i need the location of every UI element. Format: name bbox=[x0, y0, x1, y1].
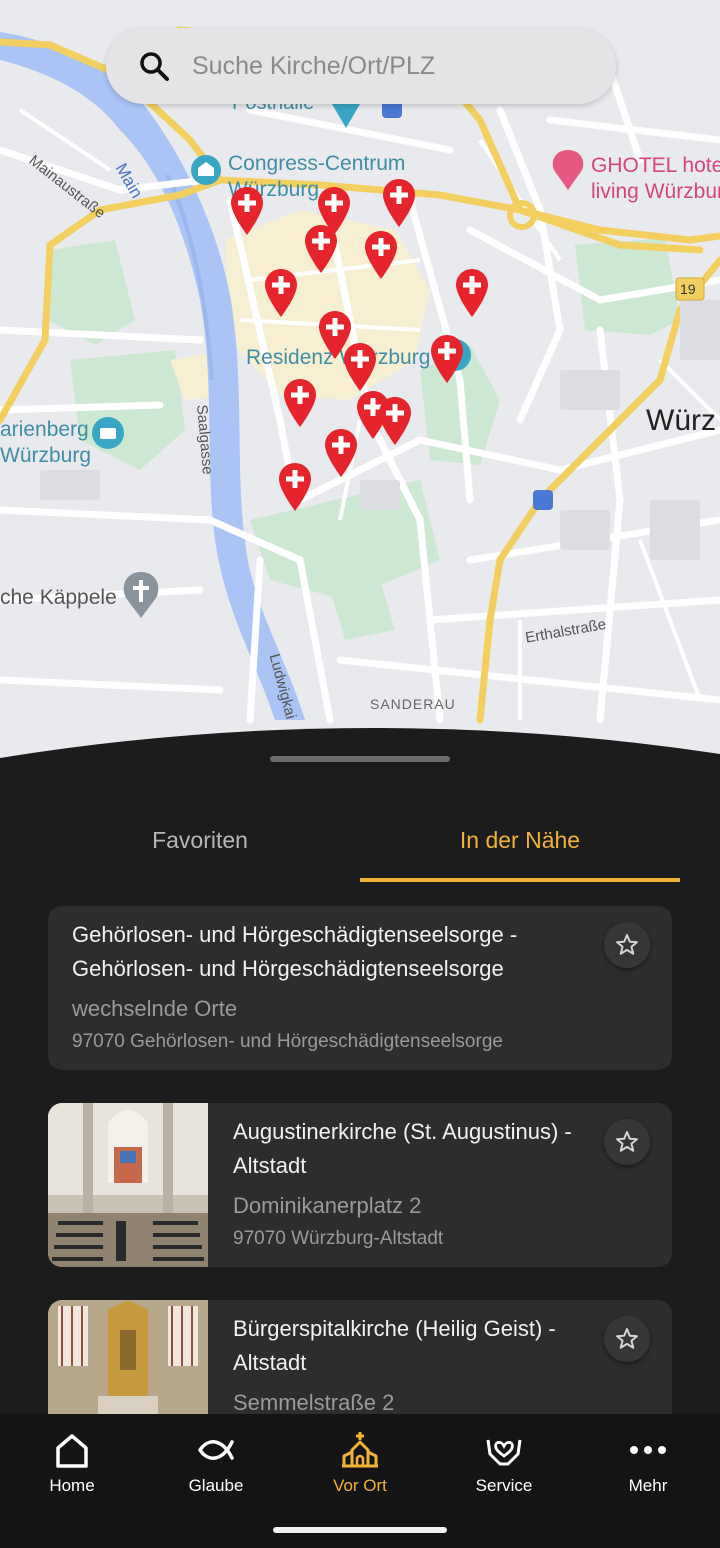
search-input[interactable] bbox=[192, 42, 592, 90]
map-label-ghotel-city: living Würzburg bbox=[591, 180, 720, 203]
nav-home-label: Home bbox=[49, 1476, 95, 1495]
map-label-congress-centrum: Congress-Centrum bbox=[228, 152, 406, 175]
church-pin[interactable] bbox=[278, 462, 312, 512]
more-dots-icon bbox=[630, 1446, 666, 1454]
church-pin[interactable] bbox=[364, 230, 398, 280]
church-photo bbox=[48, 1103, 208, 1267]
map-label-marienberg-city: Würzburg bbox=[0, 444, 92, 467]
church-street: wechselnde Orte bbox=[72, 996, 238, 1021]
nav-service[interactable]: Service bbox=[432, 1430, 576, 1520]
church-pin[interactable] bbox=[324, 428, 358, 478]
church-pin[interactable] bbox=[378, 396, 412, 446]
nav-vor-ort-label: Vor Ort bbox=[333, 1476, 387, 1495]
bottom-sheet-edge bbox=[0, 727, 720, 774]
church-card[interactable]: Augustinerkirche (St. Augustinus) - Alts… bbox=[48, 1103, 672, 1267]
nav-mehr-label: Mehr bbox=[628, 1476, 668, 1495]
favorite-star-button[interactable] bbox=[604, 1119, 650, 1165]
church-pin[interactable] bbox=[304, 224, 338, 274]
nav-mehr[interactable]: Mehr bbox=[576, 1430, 720, 1520]
church-street: Semmelstraße 2 bbox=[233, 1390, 395, 1414]
map-label-ghotel: GHOTEL hotel bbox=[591, 154, 720, 177]
church-title: Gehörlosen- und Hörgeschädigtenseelsorge… bbox=[72, 922, 518, 981]
church-pin[interactable] bbox=[430, 334, 464, 384]
nav-vor-ort[interactable]: Vor Ort bbox=[288, 1430, 432, 1520]
map-view[interactable]: Posthalle Congress-Centrum Würzburg GHOT… bbox=[0, 0, 720, 760]
church-photo bbox=[48, 1300, 208, 1414]
sheet-drag-handle[interactable] bbox=[270, 756, 450, 762]
church-pin[interactable] bbox=[343, 342, 377, 392]
church-icon bbox=[342, 1432, 378, 1468]
church-card[interactable]: Bürgerspitalkirche (Heilig Geist) - Alts… bbox=[48, 1300, 672, 1414]
favorite-star-button[interactable] bbox=[604, 922, 650, 968]
map-road-badge: 19 bbox=[680, 281, 696, 297]
hands-heart-icon bbox=[486, 1439, 522, 1466]
fish-icon bbox=[198, 1440, 234, 1460]
church-title: Augustinerkirche (St. Augustinus) - Alts… bbox=[233, 1119, 572, 1178]
search-bar[interactable] bbox=[106, 28, 616, 104]
church-card[interactable]: Gehörlosen- und Hörgeschädigtenseelsorge… bbox=[48, 906, 672, 1070]
church-pin[interactable] bbox=[283, 378, 317, 428]
nav-service-label: Service bbox=[475, 1476, 533, 1495]
church-title: Bürgerspitalkirche (Heilig Geist) - Alts… bbox=[233, 1316, 556, 1375]
church-list[interactable]: Gehörlosen- und Hörgeschädigtenseelsorge… bbox=[48, 906, 672, 1414]
church-pin[interactable] bbox=[230, 186, 264, 236]
church-pin[interactable] bbox=[264, 268, 298, 318]
church-pin[interactable] bbox=[455, 268, 489, 318]
nav-home[interactable]: Home bbox=[0, 1430, 144, 1520]
favorite-star-button[interactable] bbox=[604, 1316, 650, 1362]
map-label-kaeppele: che Käppele bbox=[0, 586, 117, 609]
star-icon bbox=[616, 934, 638, 955]
search-icon[interactable] bbox=[136, 48, 172, 84]
system-home-indicator[interactable] bbox=[273, 1527, 447, 1533]
map-label-wuerzburg: Würz bbox=[646, 404, 716, 437]
church-city: 97070 Gehörlosen- und Hörgeschädigtensee… bbox=[72, 1031, 503, 1052]
home-icon bbox=[56, 1434, 88, 1468]
star-icon bbox=[616, 1131, 638, 1152]
map-label-sanderau: SANDERAU bbox=[370, 696, 456, 712]
tab-favorites[interactable]: Favoriten bbox=[40, 800, 360, 880]
nav-glaube[interactable]: Glaube bbox=[144, 1430, 288, 1520]
star-icon bbox=[616, 1328, 638, 1349]
church-city: 97070 Würzburg-Altstadt bbox=[233, 1228, 444, 1249]
church-street: Dominikanerplatz 2 bbox=[233, 1193, 422, 1218]
nav-glaube-label: Glaube bbox=[188, 1476, 244, 1495]
tab-nearby[interactable]: In der Nähe bbox=[360, 800, 680, 882]
church-pin[interactable] bbox=[382, 178, 416, 228]
map-label-marienberg: arienberg bbox=[0, 418, 89, 441]
